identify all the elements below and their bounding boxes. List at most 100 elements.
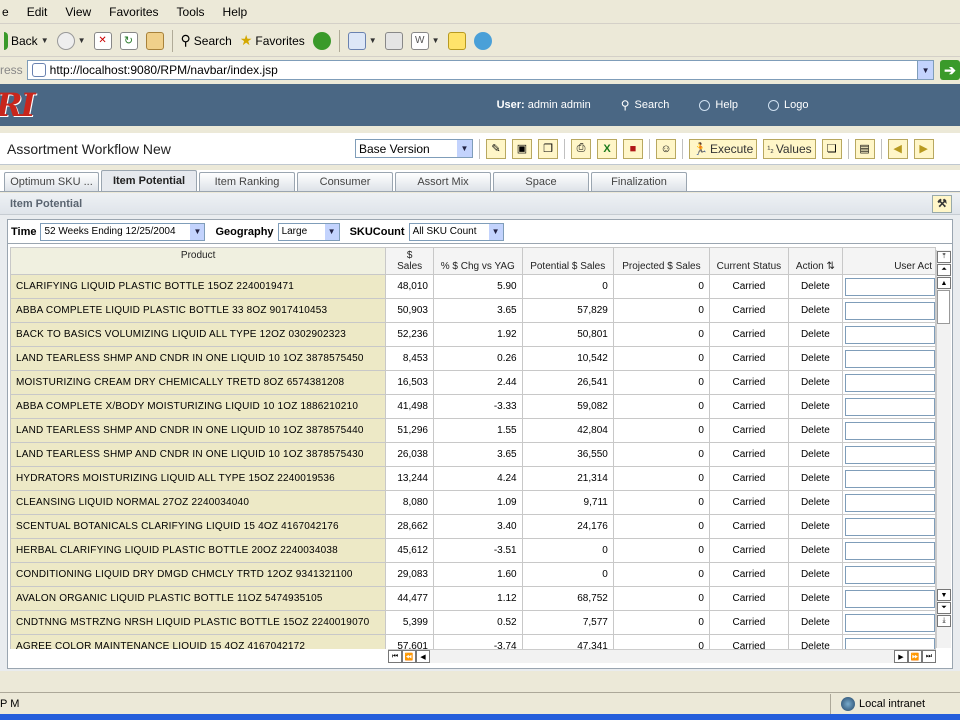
table-row[interactable]: MOISTURIZING CREAM DRY CHEMICALLY TRETD … [10, 370, 936, 395]
action-cell[interactable]: Delete [787, 610, 843, 635]
back-button[interactable]: Back ▼ [0, 30, 53, 52]
tools-button[interactable]: ⚒ [932, 194, 952, 213]
menu-item[interactable]: Tools [168, 5, 214, 19]
export-pdf-button[interactable]: ■ [623, 138, 643, 159]
action-cell[interactable]: Delete [787, 418, 843, 443]
table-row[interactable]: SCENTUAL BOTANICALS CLARIFYING LIQUID 15… [10, 514, 936, 539]
col-header-chg[interactable]: % $ Chg vs YAG [432, 247, 523, 275]
scroll-next-page-button[interactable]: ⏩ [908, 650, 922, 663]
table-row[interactable]: ABBA COMPLETE LIQUID PLASTIC BOTTLE 33 8… [10, 298, 936, 323]
chevron-down-icon[interactable]: ▼ [457, 140, 472, 157]
logout-link[interactable]: Logo [768, 99, 809, 111]
action-cell[interactable]: Delete [787, 394, 843, 419]
header-search-link[interactable]: ⚲ Search [621, 98, 670, 112]
col-header-projected[interactable]: Projected $ Sales [612, 247, 710, 275]
layout-button[interactable]: ❏ [821, 138, 842, 159]
values-button[interactable]: ¹₂ Values [763, 138, 816, 159]
scroll-page-up-button[interactable]: ⏶ [937, 264, 951, 276]
scroll-up-button[interactable]: ▲ [937, 277, 951, 289]
url-input[interactable]: http://localhost:9080/RPM/navbar/index.j… [26, 60, 935, 80]
user-action-input[interactable] [844, 613, 935, 632]
chevron-down-icon[interactable]: ▼ [78, 36, 86, 45]
chevron-down-icon[interactable]: ▼ [190, 223, 205, 240]
col-header-action[interactable]: Action ⇅ [787, 247, 843, 275]
horizontal-scrollbar[interactable]: ⏮ ⏪ ◀ ▶ ⏩ ⏭ [388, 649, 936, 663]
scroll-left-button[interactable]: ◀ [416, 650, 430, 663]
geography-select[interactable]: Large ▼ [277, 222, 340, 241]
tab-space[interactable]: Space [493, 172, 589, 191]
col-header-user-action[interactable]: User Act [841, 247, 936, 275]
refresh-button[interactable]: ↻ [116, 30, 142, 52]
action-cell[interactable]: Delete [787, 322, 843, 347]
table-row[interactable]: HYDRATORS MOISTURIZING LIQUID ALL TYPE 1… [10, 466, 936, 491]
menu-item[interactable]: Favorites [100, 5, 167, 19]
skucount-select[interactable]: All SKU Count ▼ [408, 222, 504, 241]
user-action-input[interactable] [844, 277, 935, 296]
user-action-input[interactable] [844, 325, 935, 344]
home-button[interactable] [142, 30, 168, 52]
col-header-sales[interactable]: $ Sales [385, 247, 434, 275]
action-cell[interactable]: Delete [787, 490, 843, 515]
time-select[interactable]: 52 Weeks Ending 12/25/2004 ▼ [40, 222, 206, 241]
table-row[interactable]: HERBAL CLARIFYING LIQUID PLASTIC BOTTLE … [10, 538, 936, 563]
save-as-button[interactable]: ❐ [538, 138, 558, 159]
user-action-input[interactable] [844, 541, 935, 560]
tab-finalization[interactable]: Finalization [591, 172, 687, 191]
table-row[interactable]: AVALON ORGANIC LIQUID PLASTIC BOTTLE 11O… [10, 586, 936, 611]
action-cell[interactable]: Delete [787, 538, 843, 563]
print-report-button[interactable]: ⎙ [571, 138, 591, 159]
version-select[interactable]: Base Version ▼ [355, 139, 473, 158]
col-header-status[interactable]: Current Status [708, 247, 789, 275]
user-action-input[interactable] [844, 349, 935, 368]
user-action-input[interactable] [844, 373, 935, 392]
action-cell[interactable]: Delete [787, 346, 843, 371]
user-action-input[interactable] [844, 493, 935, 512]
go-button[interactable]: ➔ [940, 60, 960, 80]
table-row[interactable]: CLEANSING LIQUID NORMAL 27OZ 2240034040 8… [10, 490, 936, 515]
edit-tool-button[interactable]: ✎ [486, 138, 506, 159]
print-button[interactable] [381, 30, 407, 52]
user-action-input[interactable] [844, 445, 935, 464]
tab-assort-mix[interactable]: Assort Mix [395, 172, 491, 191]
user-action-input[interactable] [844, 421, 935, 440]
chevron-down-icon[interactable]: ▼ [917, 61, 934, 79]
user-action-input[interactable] [844, 517, 935, 536]
scroll-right-button[interactable]: ▶ [894, 650, 908, 663]
stop-button[interactable]: ✕ [90, 30, 116, 52]
menu-item[interactable]: e [0, 5, 18, 19]
action-cell[interactable]: Delete [787, 370, 843, 395]
execute-button[interactable]: 🏃 Execute [689, 138, 758, 159]
menu-item[interactable]: Help [214, 5, 257, 19]
chevron-down-icon[interactable]: ▼ [432, 36, 440, 45]
user-settings-button[interactable]: ☺ [656, 138, 676, 159]
sort-icon[interactable]: ⇅ [827, 261, 835, 272]
discuss-button[interactable] [444, 30, 470, 52]
action-cell[interactable]: Delete [787, 298, 843, 323]
tab-consumer[interactable]: Consumer [297, 172, 393, 191]
prev-button[interactable]: ◀ [887, 138, 908, 159]
chevron-down-icon[interactable]: ▼ [488, 223, 503, 240]
col-header-product[interactable]: Product [10, 247, 387, 275]
tab-item-potential[interactable]: Item Potential [101, 170, 197, 191]
scroll-first-button[interactable]: ⏮ [388, 650, 402, 663]
scroll-prev-page-button[interactable]: ⏪ [402, 650, 416, 663]
mail-button[interactable]: ▼ [344, 30, 381, 52]
scroll-track[interactable] [937, 324, 951, 588]
forward-button[interactable]: ▼ [53, 30, 90, 52]
menu-item[interactable]: Edit [18, 5, 57, 19]
action-cell[interactable]: Delete [787, 586, 843, 611]
edit-button[interactable]: W ▼ [407, 30, 444, 52]
favorites-button[interactable]: ★ Favorites [236, 30, 309, 51]
action-cell[interactable]: Delete [787, 274, 843, 299]
settings-button[interactable]: ▤ [854, 138, 875, 159]
scroll-last-button[interactable]: ⏭ [922, 650, 936, 663]
messenger-button[interactable] [470, 30, 496, 52]
user-action-input[interactable] [844, 397, 935, 416]
col-header-potential[interactable]: Potential $ Sales [521, 247, 614, 275]
table-row[interactable]: BACK TO BASICS VOLUMIZING LIQUID ALL TYP… [10, 322, 936, 347]
next-button[interactable]: ▶ [913, 138, 934, 159]
scroll-top-button[interactable]: ⤒ [937, 251, 951, 263]
search-button[interactable]: ⚲ Search [177, 30, 236, 51]
action-cell[interactable]: Delete [787, 634, 843, 649]
action-cell[interactable]: Delete [787, 514, 843, 539]
